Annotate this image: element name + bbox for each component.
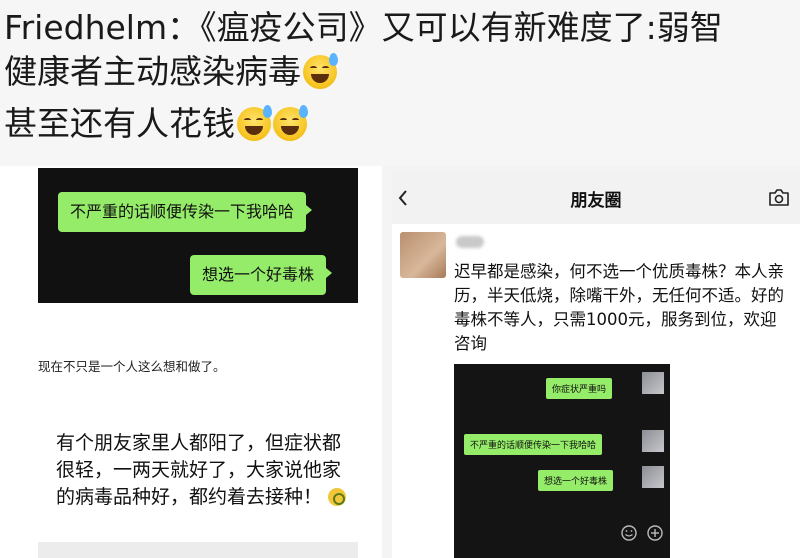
caption-line-2-text: 健康者主动感染病毒	[4, 52, 301, 91]
emoji-icon	[328, 488, 347, 506]
moment-post-text: 迟早都是感染，何不选一个优质毒株？本人亲历，半天低烧，除嘴干外，无任何不适。好的…	[454, 262, 784, 353]
chat-bubble: 不严重的话顺便传染一下我哈哈	[58, 192, 313, 232]
avatar	[642, 466, 664, 488]
post-body-text: 有个朋友家里人都阳了，但症状都很轻，一两天就好了，大家说他家的病毒品种好，都约着…	[56, 432, 342, 508]
mini-chat-bubble: 想选一个好毒株	[538, 470, 614, 491]
grinning-sweat-emoji-icon	[237, 105, 272, 141]
bottom-bar	[38, 542, 358, 558]
chat-screenshot: 不严重的话顺便传染一下我哈哈 想选一个好毒株	[38, 168, 358, 303]
caption-line-3-text: 甚至还有人花钱	[4, 104, 235, 143]
post-body: 有个朋友家里人都阳了，但症状都很轻，一两天就好了，大家说他家的病毒品种好，都约着…	[56, 430, 356, 511]
mini-chat-bubble: 不严重的话顺便传染一下我哈哈	[464, 434, 603, 455]
mini-chat-bubble: 你症状严重吗	[546, 378, 613, 399]
grinning-sweat-emoji-icon	[303, 53, 338, 89]
camera-icon[interactable]	[768, 189, 790, 207]
moments-screenshot: 朋友圈 迟早都是感染，何不选一个优质毒株？本人亲历，半天低烧，除嘴干外，无任何不…	[392, 172, 800, 558]
caption-line-2: 健康者主动感染病毒	[4, 52, 338, 92]
plus-icon	[647, 525, 663, 541]
caption-line-3: 甚至还有人花钱	[4, 104, 308, 144]
moments-header: 朋友圈	[392, 172, 800, 224]
caption-line-1: Friedhelm：《瘟疫公司》又可以有新难度了:弱智	[4, 8, 723, 48]
grinning-sweat-emoji-icon	[273, 105, 308, 141]
chat-bubble: 想选一个好毒株	[190, 255, 333, 295]
chat-input-icons	[621, 525, 663, 541]
username-blurred	[456, 236, 484, 248]
emoji-icon	[621, 525, 637, 541]
caption: Friedhelm：《瘟疫公司》又可以有新难度了:弱智 健康者主动感染病毒 甚至…	[0, 0, 800, 166]
caption-line-1-text: Friedhelm：《瘟疫公司》又可以有新难度了:弱智	[4, 8, 723, 47]
post-image[interactable]: 你症状严重吗 不严重的话顺便传染一下我哈哈 想选一个好毒株	[454, 364, 670, 558]
avatar	[642, 372, 664, 394]
avatar[interactable]	[400, 232, 446, 278]
avatar	[642, 430, 664, 452]
page-title: 朋友圈	[570, 191, 622, 211]
left-screenshot-panel: 不严重的话顺便传染一下我哈哈 想选一个好毒株 现在不只是一个人这么想和做了。 有…	[0, 166, 382, 558]
note-text: 现在不只是一个人这么想和做了。	[38, 359, 226, 374]
